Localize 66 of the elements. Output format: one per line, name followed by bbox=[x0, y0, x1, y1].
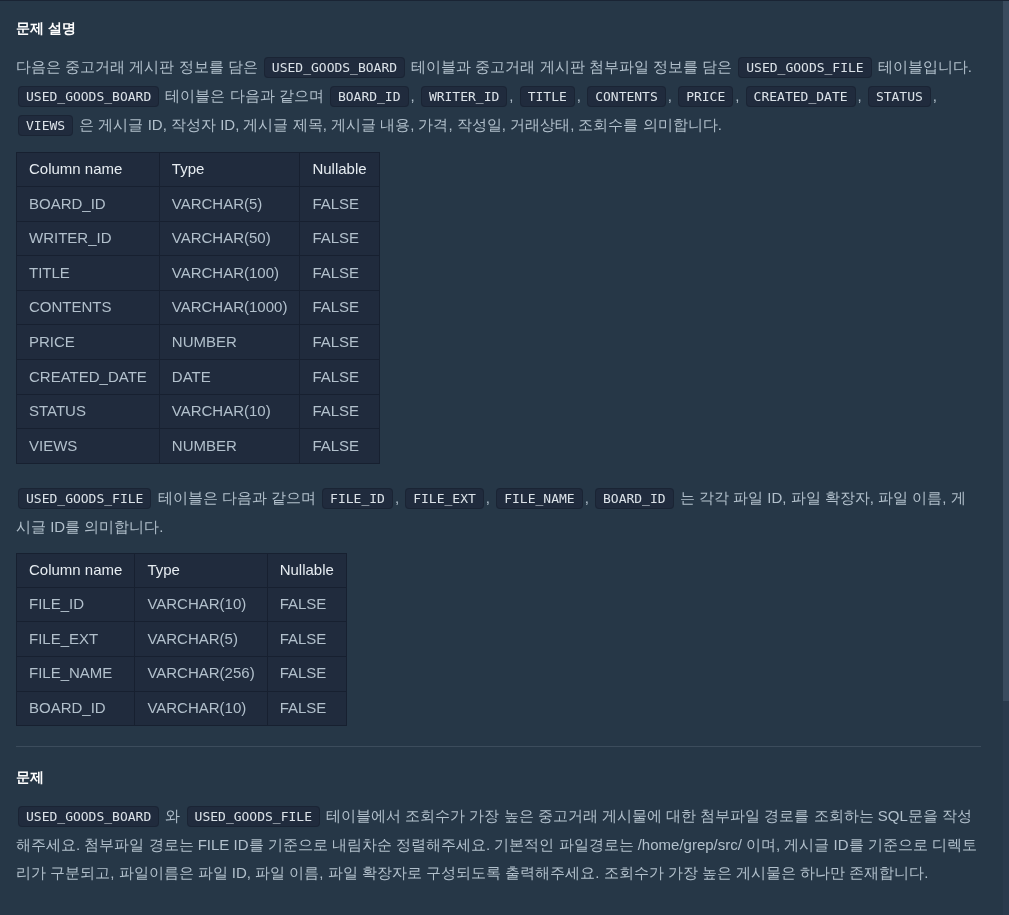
table-cell: VARCHAR(10) bbox=[134, 691, 268, 726]
table-cell: FALSE bbox=[299, 221, 380, 256]
table-cell: DATE bbox=[159, 359, 300, 395]
table-cell: FALSE bbox=[299, 359, 380, 395]
table-cell: VARCHAR(10) bbox=[134, 587, 268, 622]
table-cell: FALSE bbox=[267, 587, 347, 622]
code-span: USED_GOODS_FILE bbox=[186, 806, 320, 828]
table-cell: FILE_EXT bbox=[16, 621, 135, 657]
table-cell: CREATED_DATE bbox=[16, 359, 160, 395]
table-cell: TITLE bbox=[16, 255, 160, 291]
table-header-cell: Column name bbox=[16, 152, 160, 187]
code-span: VIEWS bbox=[18, 115, 74, 136]
table-cell: CONTENTS bbox=[16, 290, 160, 325]
table-cell: VARCHAR(5) bbox=[134, 621, 268, 657]
description-text: USED_GOODS_FILE 테이블은 다음과 같으며 FILE_ID , FILE_EXT , FILE_NAME , BOARD_ID 는 각각 파일 ID, 파일 확장자, 파일 이름, 게시글 ID를 의미합니다. bbox=[16, 486, 967, 537]
description-text: 다음은 중고거래 게시판 정보를 담은 USED_GOODS_BOARD 테이블과 중고거래 게시판 첨부파일 정보를 담은 USED_GOODS_FILE 테이블입니다. USED_GOODS_BOARD 테이블은 다음과 같으며 BOARD_ID , WRITER_ID , TITLE , CONTENTS , PRICE , CREATED_DATE , STATUS , VIEWS 은 게시글 ID, 작성자 ID, 게시글 제목, 게시글 내용, 가격, 작성일, 거래상태, 조회수를 의미합니다. bbox=[16, 53, 981, 140]
table-header-cell: Nullable bbox=[299, 152, 380, 187]
code-span: USED_GOODS_BOARD bbox=[18, 86, 160, 107]
table-header-cell: Nullable bbox=[267, 553, 347, 588]
table-cell: FALSE bbox=[299, 290, 380, 325]
table-cell: VARCHAR(50) bbox=[159, 221, 300, 256]
code-span: USED_GOODS_BOARD bbox=[263, 57, 406, 78]
table-cell: VARCHAR(10) bbox=[159, 394, 300, 429]
table-cell: BOARD_ID bbox=[16, 691, 135, 726]
code-span: USED_GOODS_BOARD bbox=[18, 806, 160, 828]
code-span: PRICE bbox=[678, 86, 734, 107]
table-cell: BOARD_ID bbox=[16, 186, 160, 222]
table-cell: FALSE bbox=[299, 324, 380, 360]
code-span: FILE_ID bbox=[322, 487, 393, 509]
table-cell: VIEWS bbox=[16, 428, 160, 464]
table-cell: VARCHAR(5) bbox=[159, 186, 300, 222]
table-cell: STATUS bbox=[16, 394, 160, 429]
table-cell: NUMBER bbox=[159, 324, 300, 360]
table-header-cell: Column name bbox=[16, 553, 135, 588]
table-cell: FALSE bbox=[267, 621, 347, 657]
description-text: USED_GOODS_BOARD 와 USED_GOODS_FILE 테이블에서 조회수가 가장 높은 중고거래 게시물에 대한 첨부파일 경로를 조회하는 SQL문을 작성해주세요. 첨부파일 경로는 FILE ID를 기준으로 내림차순 정렬해주세요. 기본적인 파일경로는 /home/grep/src/ 이며, 게시글 ID를 기준으로 디렉토리가 구분되고, 파일이름은 파일 ID, 파일 이름, 파일 확장자로 구성되도록 출력해주세요. 조회수가 가장 높은 게시물은 하나만 존재합니다. bbox=[16, 805, 978, 884]
code-span: USED_GOODS_FILE bbox=[18, 487, 152, 509]
code-span: STATUS bbox=[867, 86, 931, 107]
table-cell: FILE_ID bbox=[16, 587, 135, 622]
code-span: WRITER_ID bbox=[420, 86, 508, 107]
code-span: CREATED_DATE bbox=[745, 86, 856, 107]
section-heading: 문제 설명 bbox=[16, 19, 77, 38]
table-cell: FALSE bbox=[299, 186, 380, 222]
code-span: USED_GOODS_FILE bbox=[738, 57, 872, 78]
table-cell: VARCHAR(100) bbox=[159, 255, 300, 291]
table-cell: FALSE bbox=[267, 656, 347, 692]
code-span: BOARD_ID bbox=[329, 86, 409, 107]
code-span: CONTENTS bbox=[587, 86, 666, 107]
table-header-cell: Type bbox=[134, 553, 268, 588]
code-span: TITLE bbox=[519, 86, 575, 107]
table-header-cell: Type bbox=[159, 152, 300, 187]
table-cell: VARCHAR(256) bbox=[134, 656, 268, 692]
table-cell: FALSE bbox=[299, 255, 380, 291]
table-cell: PRICE bbox=[16, 324, 160, 360]
table-cell: FALSE bbox=[267, 691, 347, 726]
table-cell: NUMBER bbox=[159, 428, 300, 464]
table-cell: WRITER_ID bbox=[16, 221, 160, 256]
code-span: FILE_NAME bbox=[496, 487, 583, 509]
table-cell: VARCHAR(1000) bbox=[159, 290, 300, 325]
table-cell: FALSE bbox=[299, 394, 380, 429]
table-cell: FILE_NAME bbox=[16, 656, 135, 692]
code-span: BOARD_ID bbox=[595, 487, 674, 509]
section-heading: 문제 bbox=[16, 768, 45, 788]
table-cell: FALSE bbox=[299, 428, 380, 464]
code-span: FILE_EXT bbox=[405, 487, 484, 509]
scrollbar-thumb[interactable] bbox=[1003, 1, 1009, 701]
